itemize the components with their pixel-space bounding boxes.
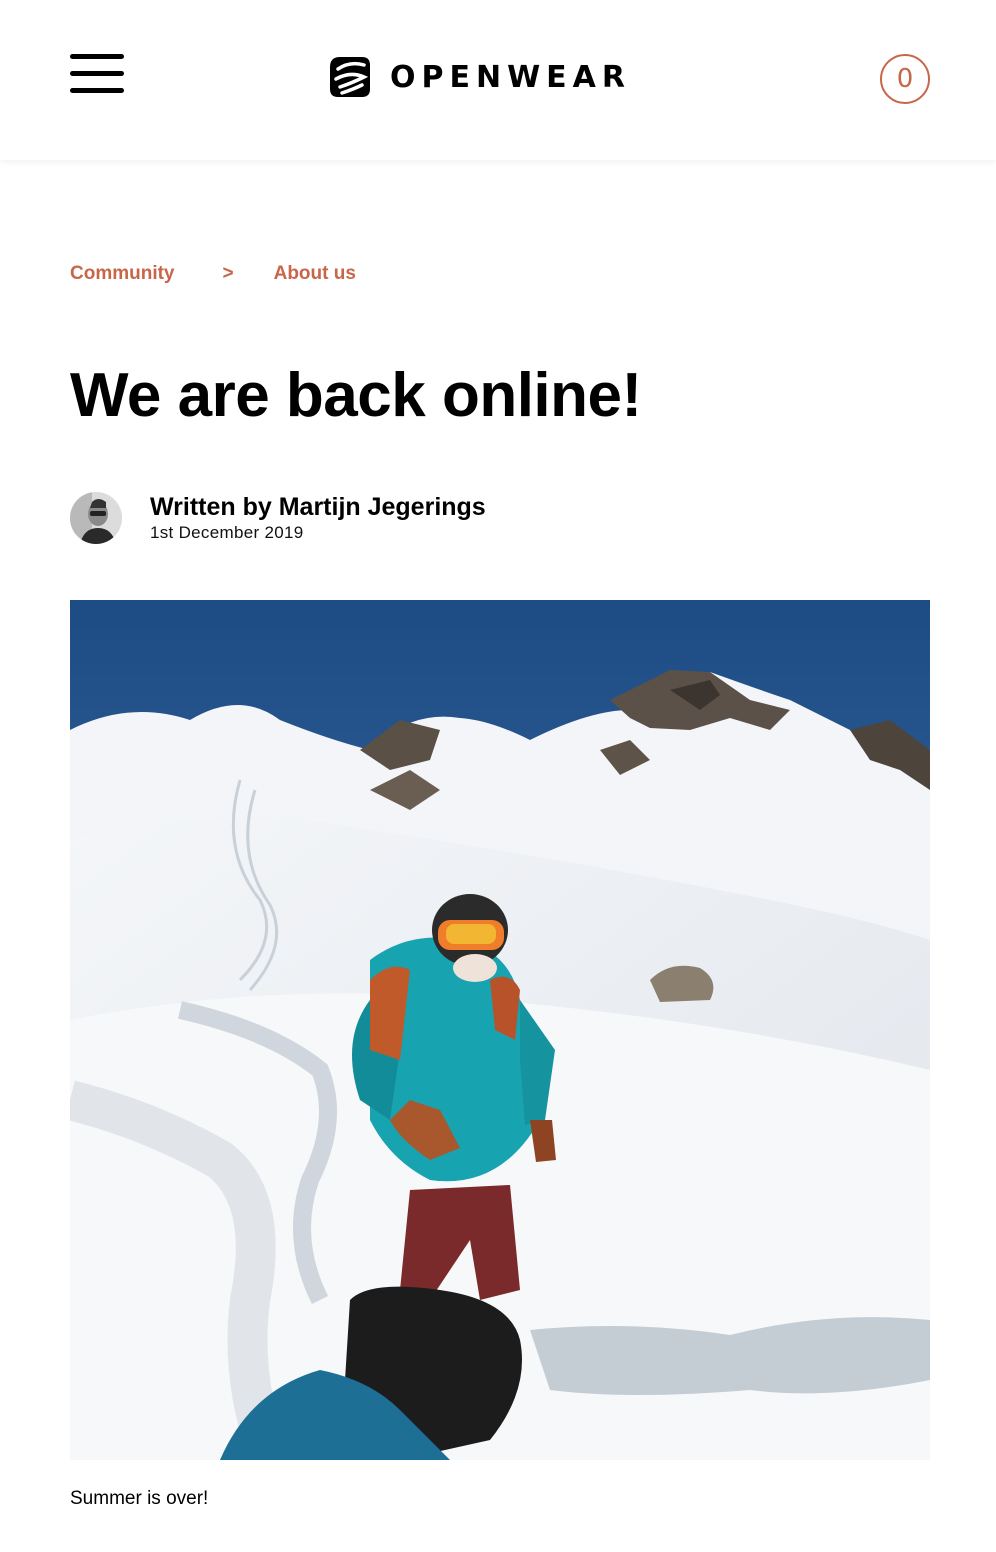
hamburger-menu-icon[interactable] (70, 54, 124, 94)
breadcrumb-separator: > (222, 263, 234, 284)
breadcrumb: Community > About us (70, 262, 356, 286)
article-title: We are back online! (70, 361, 642, 430)
cart-count: 0 (896, 64, 914, 94)
author-block: Written by Martijn Jegerings 1st Decembe… (70, 490, 486, 546)
cart-button[interactable]: 0 (880, 54, 930, 104)
top-navigation-bar: OPENWEAR 0 (0, 0, 996, 160)
hero-image-snowboarder (70, 600, 930, 1460)
publish-date: 1st December 2019 (150, 523, 304, 542)
author-name: Written by Martijn Jegerings (150, 493, 486, 521)
breadcrumb-link-about-us[interactable]: About us (274, 263, 356, 285)
snow-mountain-illustration (70, 600, 930, 1460)
brand-name: OPENWEAR (390, 59, 631, 95)
image-caption: Summer is over! (70, 1488, 209, 1509)
openwear-logo-icon (330, 57, 370, 97)
avatar (70, 492, 122, 544)
author-portrait-icon (70, 492, 122, 544)
brand-logo[interactable]: OPENWEAR (326, 52, 631, 102)
breadcrumb-link-community[interactable]: Community (70, 263, 175, 285)
